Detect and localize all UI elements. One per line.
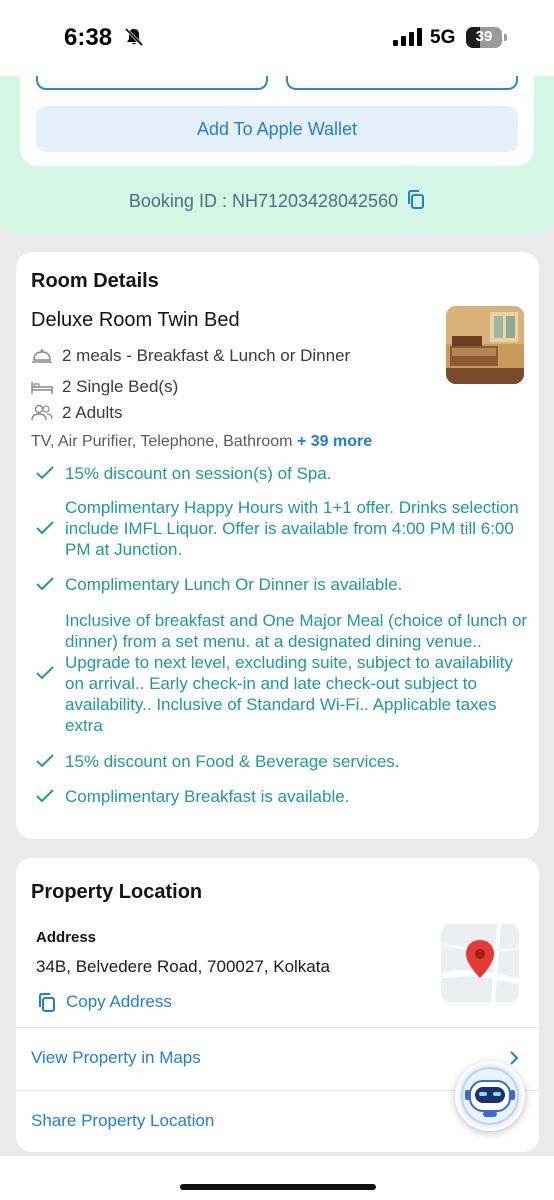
copy-icon <box>39 993 55 1012</box>
inclusion-item: 15% discount on Food & Beverage services… <box>36 751 526 772</box>
share-location-link[interactable]: Share Property Location <box>31 1111 214 1131</box>
action-button-left[interactable] <box>36 76 268 90</box>
room-name: Deluxe Room Twin Bed <box>31 309 240 331</box>
battery-icon: 39 <box>466 27 507 48</box>
inclusion-text: Complimentary Breakfast is available. <box>65 787 350 806</box>
inclusion-text: 15% discount on Food & Beverage services… <box>65 752 400 771</box>
inclusion-item: 15% discount on session(s) of Spa. <box>36 463 526 484</box>
address-label: Address <box>36 929 97 946</box>
people-icon <box>31 404 53 421</box>
battery-text: 39 <box>475 28 493 45</box>
room-photo[interactable] <box>446 306 524 384</box>
amenities-list: TV, Air Purifier, Telephone, Bathroom + … <box>31 433 372 451</box>
room-details-card: Room Details Deluxe Room Twin Bed 2 meal… <box>16 252 539 839</box>
bed-icon <box>31 382 53 394</box>
address-value: 34B, Belvedere Road, 700027, Kolkata <box>36 957 330 976</box>
home-indicator[interactable] <box>180 1184 376 1190</box>
check-icon <box>36 521 54 535</box>
inclusion-text: 15% discount on session(s) of Spa. <box>65 464 332 483</box>
network-label: 5G <box>430 27 456 48</box>
status-time: 6:38 <box>64 24 113 51</box>
wallet-card: Add To Apple Wallet <box>20 76 534 166</box>
map-thumbnail[interactable] <box>441 924 519 1002</box>
beds-text: 2 Single Bed(s) <box>62 377 179 396</box>
robot-icon <box>458 1064 522 1128</box>
copy-icon[interactable] <box>407 190 425 210</box>
add-to-apple-wallet-button[interactable]: Add To Apple Wallet <box>36 106 518 152</box>
view-in-maps-link[interactable]: View Property in Maps <box>31 1048 201 1068</box>
meals-text: 2 meals - Breakfast & Lunch or Dinner <box>62 346 351 365</box>
booking-id-text: Booking ID : NH71203428042560 <box>128 191 399 211</box>
property-location-title: Property Location <box>31 881 203 903</box>
home-indicator-area <box>0 1156 554 1200</box>
inclusion-item: Complimentary Lunch Or Dinner is availab… <box>36 574 526 595</box>
copy-address-label: Copy Address <box>66 992 172 1011</box>
check-icon <box>36 754 54 768</box>
signal-icon <box>393 28 422 46</box>
divider <box>16 1027 539 1028</box>
cloche-icon <box>32 349 52 363</box>
inclusion-text: Inclusive of breakfast and One Major Mea… <box>65 611 528 735</box>
chat-assistant-button[interactable] <box>455 1061 525 1131</box>
check-icon <box>36 577 54 591</box>
inclusion-text: Complimentary Happy Hours with 1+1 offer… <box>65 498 519 559</box>
bell-slash-icon <box>124 27 144 47</box>
action-button-right[interactable] <box>286 76 518 90</box>
check-icon <box>36 789 54 803</box>
inclusion-item: Inclusive of breakfast and One Major Mea… <box>36 610 527 736</box>
inclusion-text: Complimentary Lunch Or Dinner is availab… <box>65 575 403 594</box>
inclusion-item: Complimentary Breakfast is available. <box>36 786 526 807</box>
booking-id: Booking ID : NH71203428042560 <box>0 190 554 212</box>
room-details-title: Room Details <box>31 270 159 292</box>
more-amenities-link[interactable]: + 39 more <box>297 433 372 450</box>
inclusion-item: Complimentary Happy Hours with 1+1 offer… <box>36 497 526 560</box>
check-icon <box>36 666 54 680</box>
amenities-text: TV, Air Purifier, Telephone, Bathroom <box>31 433 293 450</box>
guests-text: 2 Adults <box>62 403 123 422</box>
check-icon <box>36 466 54 480</box>
status-bar: 6:38 5G 39 <box>0 0 554 76</box>
